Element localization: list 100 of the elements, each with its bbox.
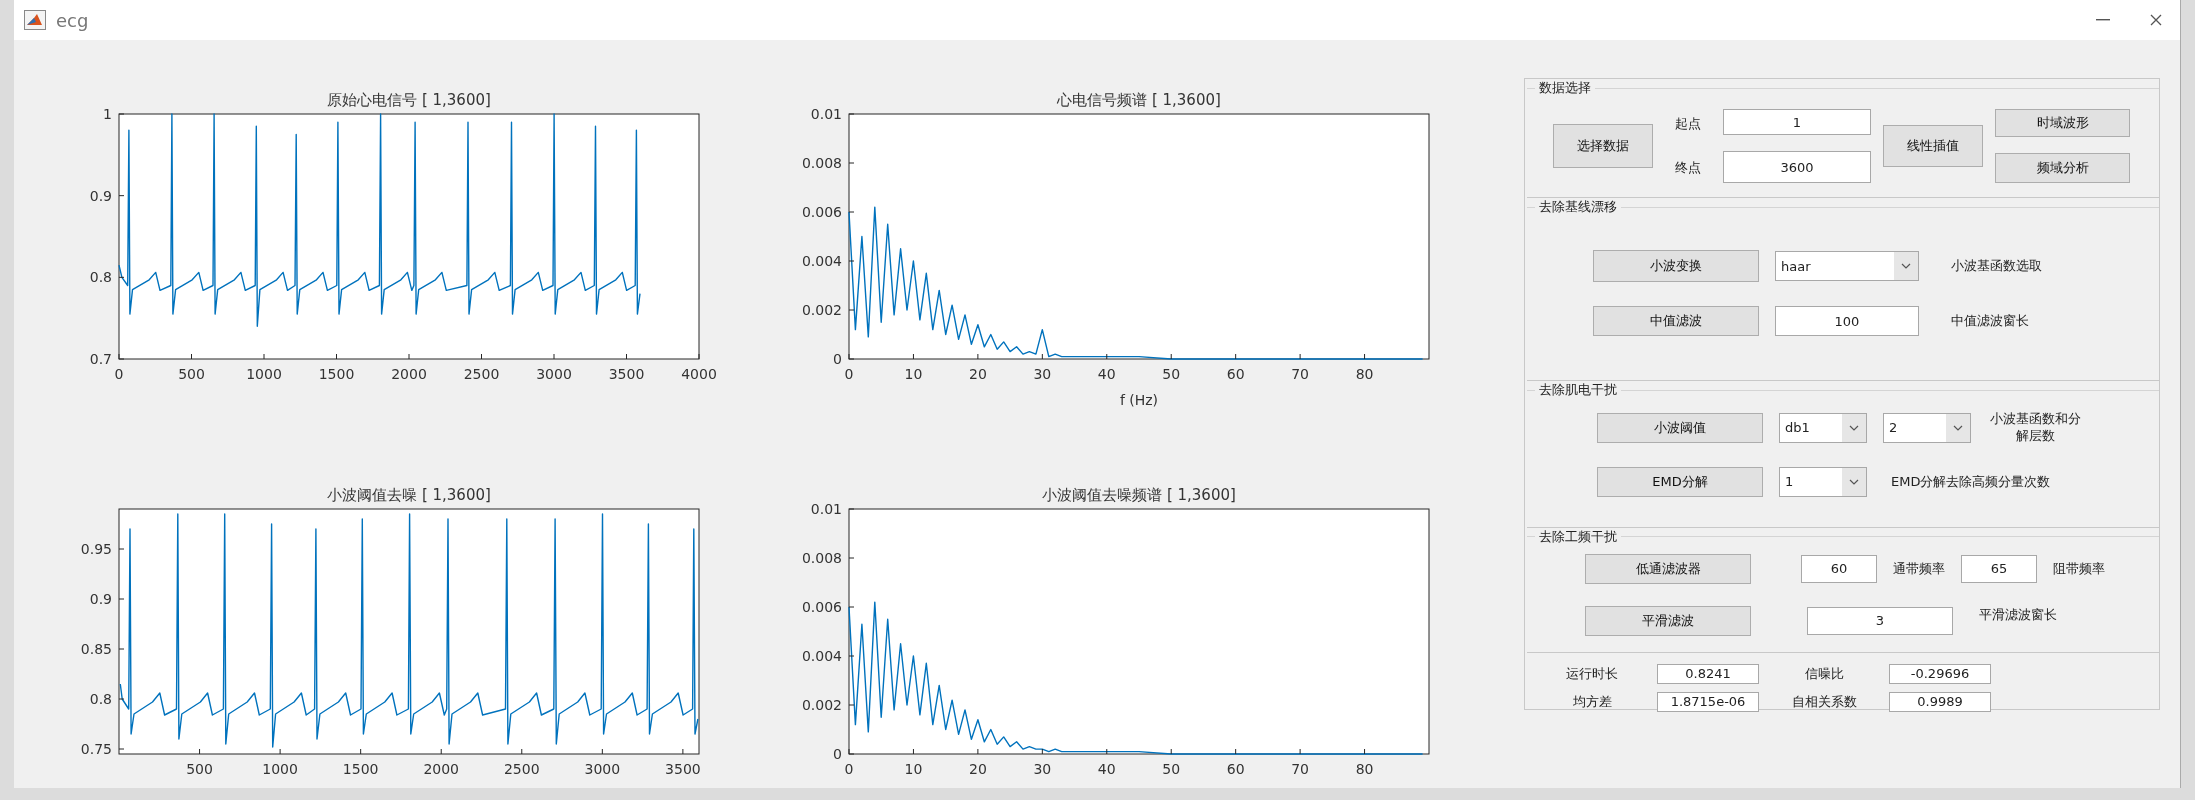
window-title: ecg <box>56 9 89 31</box>
dropdown[interactable]: haar <box>1775 251 1919 281</box>
x-tick-label: 3000 <box>536 366 572 382</box>
close-icon[interactable] <box>2150 14 2162 26</box>
input-field[interactable]: 3600 <box>1723 151 1871 183</box>
x-tick-label: 0 <box>844 761 854 777</box>
group-title: 去除工频干扰 <box>1538 527 1618 546</box>
chevron-down-icon <box>1849 424 1859 431</box>
x-tick-label: 10 <box>904 366 923 382</box>
action-button[interactable]: 中值滤波 <box>1593 306 1759 336</box>
y-tick-label: 0.006 <box>801 599 842 615</box>
x-tick-label: 1000 <box>246 366 282 382</box>
y-tick-label: 0.01 <box>810 106 842 122</box>
x-tick-label: 2500 <box>463 366 500 382</box>
y-tick-label: 0.8 <box>89 691 112 707</box>
hint-label: 小波基函数选取 <box>1951 257 2042 275</box>
group-title: 数据选择 <box>1538 79 1592 97</box>
y-tick-label: 0.7 <box>89 351 112 367</box>
y-tick-label: 1 <box>103 106 112 122</box>
field-label: 起点 <box>1675 115 1701 133</box>
x-tick-label: 1500 <box>342 761 379 777</box>
chevron-down-icon <box>1953 424 1963 431</box>
x-tick-label: 60 <box>1226 366 1245 382</box>
dropdown[interactable]: db1 <box>1779 412 1867 443</box>
chevron-down-icon <box>1901 263 1911 269</box>
x-tick-label: 40 <box>1097 366 1116 382</box>
y-tick-label: 0.002 <box>801 302 842 318</box>
x-tick-label: 10 <box>904 761 923 777</box>
plot-title: 小波阈值去噪 [ 1,3600] <box>327 486 491 504</box>
x-tick-label: 0 <box>114 366 124 382</box>
chevron-down-icon <box>1849 478 1859 485</box>
x-tick-label: 2000 <box>423 761 460 777</box>
plot-title: 心电信号频谱 [ 1,3600] <box>1057 91 1221 109</box>
plot-title: 小波阈值去噪频谱 [ 1,3600] <box>1042 486 1236 504</box>
y-tick-label: 0.004 <box>801 648 842 664</box>
action-button[interactable]: 低通滤波器 <box>1585 553 1751 584</box>
x-tick-label: 3500 <box>665 761 701 777</box>
x-tick-label: 1000 <box>262 761 298 777</box>
hint-label: 平滑滤波窗长 <box>1979 605 2057 624</box>
x-tick-label: 50 <box>1162 761 1181 777</box>
x-tick-label: 2500 <box>503 761 540 777</box>
y-tick-label: 0 <box>833 351 842 367</box>
metric-label: 信噪比 <box>1803 664 1845 683</box>
dropdown[interactable]: 1 <box>1779 466 1867 497</box>
action-button[interactable]: 小波阈值 <box>1597 412 1763 443</box>
y-tick-label: 0.85 <box>80 641 112 657</box>
action-button[interactable]: 选择数据 <box>1553 124 1653 168</box>
plot-title: 原始心电信号 [ 1,3600] <box>327 91 491 109</box>
field-label: 阻带频率 <box>2053 559 2105 578</box>
y-tick-label: 0 <box>833 746 842 762</box>
action-button[interactable]: 频域分析 <box>1995 153 2130 183</box>
y-tick-label: 0.01 <box>810 501 842 517</box>
y-tick-label: 0.95 <box>80 541 112 557</box>
input-field[interactable]: 100 <box>1775 306 1919 336</box>
metric-label: 自相关系数 <box>1790 692 1858 711</box>
output-field: 0.9989 <box>1889 691 1991 712</box>
action-button[interactable]: 小波变换 <box>1593 250 1759 282</box>
output-field: -0.29696 <box>1889 663 1991 684</box>
action-button[interactable]: 线性插值 <box>1883 125 1983 167</box>
x-tick-label: 20 <box>968 366 987 382</box>
field-label: 终点 <box>1675 159 1701 177</box>
x-tick-label: 80 <box>1355 366 1374 382</box>
hint-label: 小波基函数和分解层数 <box>1988 411 2082 445</box>
x-tick-label: 2000 <box>391 366 427 382</box>
action-button[interactable]: 时域波形 <box>1995 109 2130 137</box>
y-tick-label: 0.004 <box>801 253 842 269</box>
action-button[interactable]: 平滑滤波 <box>1585 605 1751 636</box>
x-tick-label: 20 <box>968 761 987 777</box>
dropdown[interactable]: 2 <box>1883 412 1971 443</box>
x-tick-label: 3000 <box>584 761 621 777</box>
y-tick-label: 0.75 <box>80 741 112 757</box>
x-tick-label: 70 <box>1291 366 1310 382</box>
action-button[interactable]: EMD分解 <box>1597 466 1763 497</box>
x-tick-label: 30 <box>1033 366 1052 382</box>
input-field[interactable]: 1 <box>1723 109 1871 135</box>
metric-label: 运行时长 <box>1565 664 1619 683</box>
output-field: 0.8241 <box>1657 663 1759 684</box>
field-label: 通带频率 <box>1893 559 1945 578</box>
x-tick-label: 3500 <box>608 366 645 382</box>
x-tick-label: 0 <box>844 366 854 382</box>
minimize-icon[interactable] <box>2096 19 2110 21</box>
y-tick-label: 0.002 <box>801 697 842 713</box>
y-tick-label: 0.9 <box>89 187 112 204</box>
input-field[interactable]: 65 <box>1961 554 2037 583</box>
x-tick-label: 500 <box>186 761 213 777</box>
x-tick-label: 30 <box>1033 761 1052 777</box>
x-tick-label: 50 <box>1162 366 1181 382</box>
input-field[interactable]: 60 <box>1801 554 1877 583</box>
y-tick-label: 0.008 <box>801 155 842 171</box>
metric-label: 均方差 <box>1571 692 1613 711</box>
x-tick-label: 1500 <box>318 366 355 382</box>
x-tick-label: 80 <box>1355 761 1374 777</box>
y-tick-label: 0.006 <box>801 204 842 220</box>
group-title: 去除肌电干扰 <box>1538 381 1618 399</box>
x-tick-label: 40 <box>1097 761 1116 777</box>
app-icon <box>24 10 46 30</box>
group-title: 去除基线漂移 <box>1538 198 1618 216</box>
x-axis-label: f (Hz) <box>1119 392 1159 408</box>
x-tick-label: 60 <box>1226 761 1245 777</box>
input-field[interactable]: 3 <box>1807 606 1953 635</box>
